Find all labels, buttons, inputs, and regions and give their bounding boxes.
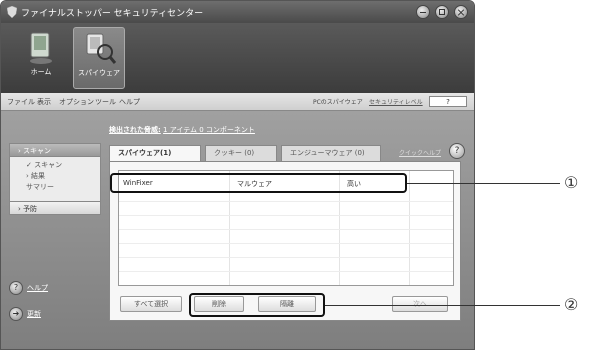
quick-help-link[interactable]: クイックヘルプ — [399, 148, 441, 157]
nav-home-label: ホーム — [30, 68, 52, 76]
tab-bar: スパイウェア(1) クッキー (0) エンジューマウェア (0) クイックヘルプ… — [109, 143, 469, 161]
help-circle-icon: ? — [9, 281, 23, 295]
detected-summary: 検出された脅威: 1 アイテム 0 コンポーネント — [109, 125, 255, 135]
callout-box-action-buttons — [189, 293, 325, 317]
sidebar-update-label: 更新 — [27, 310, 41, 318]
maximize-button[interactable] — [435, 5, 449, 19]
tab-cookies[interactable]: クッキー (0) — [205, 145, 277, 161]
sidebar-item-schedule[interactable]: › 予防 — [9, 201, 101, 215]
sidebar: › スキャン ✓ スキャン › 結果 サマリー › 予防 — [9, 143, 101, 215]
menu-view[interactable]: 表示 — [37, 97, 51, 107]
callout-number-one: ① — [564, 173, 579, 192]
minimize-button[interactable] — [416, 5, 430, 19]
detected-label: 検出された脅威: — [109, 126, 161, 134]
menu-help[interactable]: ヘルプ — [119, 97, 140, 107]
nav-spyware-button[interactable]: スパイウェア — [73, 27, 125, 89]
sidebar-help-link[interactable]: ? ヘルプ — [9, 281, 48, 295]
maximize-icon — [439, 9, 445, 15]
security-level-value: ? — [429, 96, 467, 107]
nav-home-button[interactable]: ホーム — [15, 27, 67, 89]
tab-enduser-ware[interactable]: エンジューマウェア (0) — [281, 145, 381, 161]
sidebar-help-label: ヘルプ — [27, 284, 48, 292]
menu-file[interactable]: ファイル — [7, 97, 35, 107]
close-button[interactable] — [454, 5, 468, 19]
sidebar-subitem-summary[interactable]: サマリー — [26, 182, 100, 193]
spyware-icon — [86, 33, 117, 64]
sidebar-subitem-scan[interactable]: ✓ スキャン — [26, 160, 100, 171]
pc-spyware-label: PCのスパイウェア — [313, 99, 363, 106]
callout-line-two — [325, 305, 560, 306]
sidebar-schedule-label: 予防 — [23, 205, 38, 213]
computer-icon — [30, 32, 52, 64]
select-all-button[interactable]: すべて選択 — [120, 296, 182, 312]
nav-spyware-label: スパイウェア — [78, 69, 120, 77]
sidebar-update-link[interactable]: ➔ 更新 — [9, 307, 41, 321]
sidebar-subitem-results[interactable]: › 結果 — [26, 171, 100, 182]
callout-number-two: ② — [564, 295, 579, 314]
nav-header: ホーム スパイウェア — [1, 23, 474, 93]
minimize-icon — [420, 12, 426, 13]
menu-tools[interactable]: ツール — [95, 97, 116, 107]
detected-value[interactable]: 1 アイテム 0 コンポーネント — [163, 126, 255, 134]
tab-spyware[interactable]: スパイウェア(1) — [109, 145, 201, 161]
callout-box-list-row — [110, 173, 407, 193]
next-button[interactable]: 次へ — [392, 296, 448, 312]
window-title: ファイナルストッパー セキュリティセンター — [21, 9, 204, 19]
sidebar-scan-label: スキャン — [23, 147, 52, 155]
app-shield-icon — [7, 6, 17, 18]
menu-bar: ファイル 表示 オプション ツール ヘルプ PCのスパイウェア セキュリティレベ… — [1, 93, 474, 111]
title-bar: ファイナルストッパー セキュリティセンター — [1, 1, 474, 23]
sidebar-scan-submenu: ✓ スキャン › 結果 サマリー — [9, 157, 101, 201]
menu-options[interactable]: オプション — [59, 97, 94, 107]
update-arrow-icon: ➔ — [9, 307, 23, 321]
close-icon — [457, 8, 465, 16]
callout-line-one — [407, 183, 560, 184]
security-level-link[interactable]: セキュリティレベル — [369, 97, 423, 106]
sidebar-item-scan[interactable]: › スキャン — [9, 143, 101, 157]
help-question-icon[interactable]: ? — [449, 143, 465, 159]
